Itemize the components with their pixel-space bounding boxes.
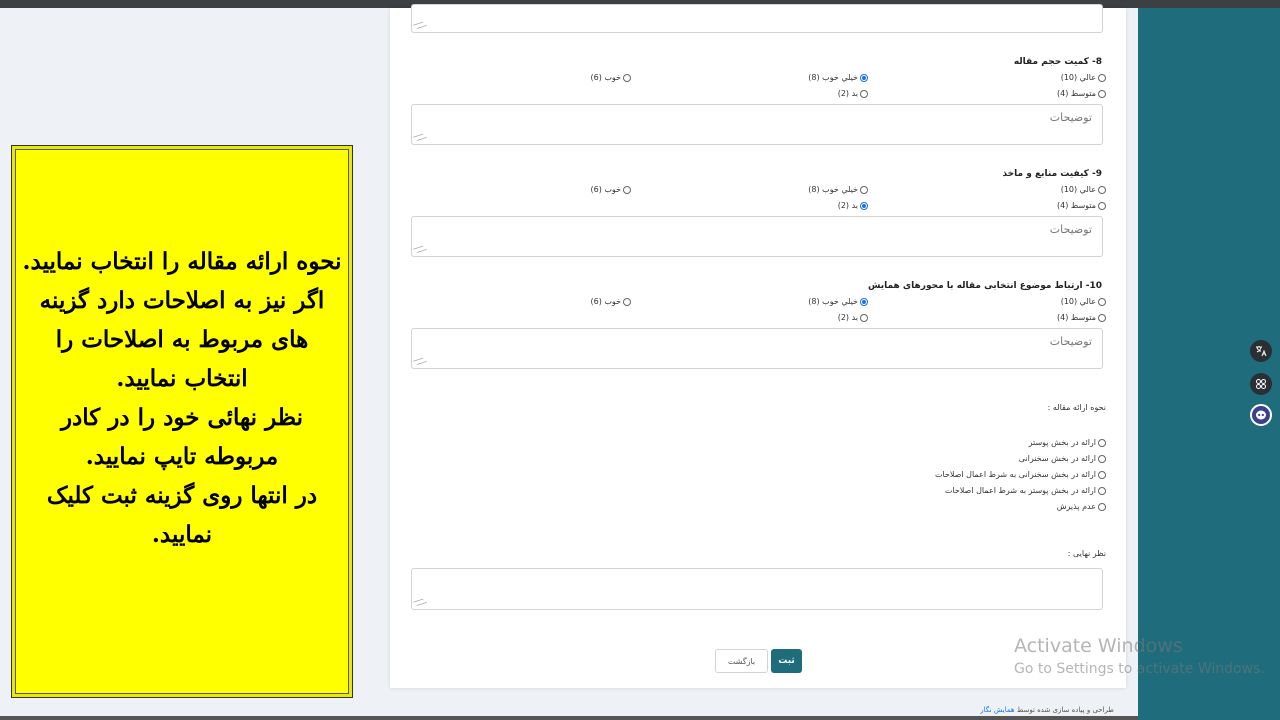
right-side-panel — [1138, 8, 1280, 720]
radio-icon — [1098, 73, 1106, 82]
q9-option-average[interactable]: متوسط (4) — [1057, 201, 1106, 210]
q10-option-excellent[interactable]: عالي (10) — [1061, 297, 1106, 306]
question-9-title: 9- کیفیت منابع و ماخذ — [1002, 169, 1102, 179]
resize-grip-icon: ╱╱ — [413, 18, 427, 33]
final-opinion-label: نظر نهایی : — [1067, 549, 1106, 558]
radio-icon — [1098, 470, 1106, 479]
option-label: ارائه در بخش پوستر به شرط اعمال اصلاحات — [944, 486, 1096, 495]
radio-selected-icon — [860, 201, 868, 210]
comments-placeholder: توضیحات — [1049, 111, 1092, 124]
apps-grid-icon[interactable] — [1250, 373, 1272, 395]
option-label: بد (2) — [837, 89, 858, 98]
q9-option-very-good[interactable]: خیلي خوب (8) — [808, 185, 868, 194]
radio-icon — [623, 185, 631, 194]
q9-option-excellent[interactable]: عالي (10) — [1061, 185, 1106, 194]
q8-option-very-good[interactable]: خیلي خوب (8) — [808, 73, 868, 82]
presentation-option-poster[interactable]: ارائه در بخش پوستر — [1029, 438, 1106, 447]
q8-comments-textarea[interactable]: توضیحات ╱╱ — [411, 104, 1103, 145]
radio-icon — [1098, 297, 1106, 306]
q9-comments-textarea[interactable]: توضیحات ╱╱ — [411, 216, 1103, 257]
radio-icon — [1098, 454, 1106, 463]
option-label: عالي (10) — [1060, 185, 1096, 194]
radio-icon — [1098, 89, 1106, 98]
review-form-card: ╱╱ 8- کمیت حجم مقاله عالي (10) خیلي خوب … — [390, 4, 1126, 688]
option-label: خیلي خوب (8) — [808, 297, 858, 306]
activation-watermark-title: Activate Windows — [1014, 635, 1183, 657]
instructions-text: نحوه ارائه مقاله را انتخاب نمایید. اگر ن… — [22, 247, 342, 548]
radio-icon — [1098, 438, 1106, 447]
resize-grip-icon: ╱╱ — [413, 242, 427, 257]
presentation-option-lecture-with-revisions[interactable]: ارائه در بخش سخنرانی به شرط اعمال اصلاحا… — [935, 470, 1106, 479]
option-label: ارائه در بخش سخنرانی — [1018, 454, 1096, 463]
option-label: بد (2) — [837, 201, 858, 210]
final-opinion-textarea[interactable]: ╱╱ — [411, 568, 1103, 610]
radio-icon — [1098, 486, 1106, 495]
radio-icon — [623, 297, 631, 306]
q8-option-good[interactable]: خوب (6) — [590, 73, 631, 82]
submit-button[interactable]: ثبت — [771, 649, 802, 673]
presentation-option-lecture[interactable]: ارائه در بخش سخنرانی — [1019, 454, 1106, 463]
translate-glyph-icon — [1256, 346, 1267, 357]
option-label: عدم پذیرش — [1056, 502, 1096, 511]
comments-placeholder: توضیحات — [1049, 223, 1092, 236]
question-8-title: 8- کمیت حجم مقاله — [1013, 57, 1102, 67]
footer-credit: طراحی و پیاده سازی شده توسط همایش نگار — [980, 706, 1114, 714]
previous-comments-textarea[interactable]: ╱╱ — [411, 4, 1103, 33]
grid-glyph-icon — [1256, 379, 1266, 389]
q10-option-average[interactable]: متوسط (4) — [1057, 313, 1106, 322]
instructions-callout: نحوه ارائه مقاله را انتخاب نمایید. اگر ن… — [11, 145, 353, 698]
activation-watermark-subtitle: Go to Settings to activate Windows. — [1014, 661, 1265, 677]
option-label: خوب (6) — [590, 185, 622, 194]
bot-glyph-icon — [1256, 410, 1266, 420]
radio-icon — [1098, 313, 1106, 322]
footer-link[interactable]: همایش نگار — [980, 706, 1014, 714]
radio-selected-icon — [860, 73, 868, 82]
footer-text: طراحی و پیاده سازی شده توسط — [1016, 706, 1114, 714]
q10-option-bad[interactable]: بد (2) — [838, 313, 868, 322]
q10-option-good[interactable]: خوب (6) — [590, 297, 631, 306]
question-10-title: 10- ارتباط موضوع انتخابی مقاله با محورها… — [868, 281, 1102, 291]
option-label: خیلي خوب (8) — [808, 73, 858, 82]
translate-icon[interactable] — [1250, 340, 1272, 362]
presentation-method-label: نحوه ارائه مقاله : — [1047, 403, 1106, 412]
option-label: متوسط (4) — [1056, 313, 1096, 322]
option-label: متوسط (4) — [1056, 89, 1096, 98]
option-label: ارائه در بخش سخنرانی به شرط اعمال اصلاحا… — [934, 470, 1096, 479]
presentation-option-reject[interactable]: عدم پذیرش — [1057, 502, 1106, 511]
back-button[interactable]: بازگشت — [715, 649, 768, 673]
q10-option-very-good[interactable]: خیلي خوب (8) — [808, 297, 868, 306]
option-label: ارائه در بخش پوستر — [1028, 438, 1096, 447]
radio-icon — [1098, 185, 1106, 194]
q8-option-bad[interactable]: بد (2) — [838, 89, 868, 98]
q10-comments-textarea[interactable]: توضیحات ╱╱ — [411, 328, 1103, 369]
radio-selected-icon — [860, 297, 868, 306]
q8-option-excellent[interactable]: عالي (10) — [1061, 73, 1106, 82]
radio-icon — [860, 313, 868, 322]
assistant-bot-icon[interactable] — [1250, 404, 1272, 426]
resize-grip-icon: ╱╱ — [413, 354, 427, 369]
option-label: خوب (6) — [590, 297, 622, 306]
radio-icon — [1098, 502, 1106, 511]
radio-icon — [860, 185, 868, 194]
comments-placeholder: توضیحات — [1049, 335, 1092, 348]
radio-icon — [860, 89, 868, 98]
presentation-option-poster-with-revisions[interactable]: ارائه در بخش پوستر به شرط اعمال اصلاحات — [945, 486, 1106, 495]
radio-icon — [1098, 201, 1106, 210]
option-label: متوسط (4) — [1056, 201, 1096, 210]
option-label: بد (2) — [837, 313, 858, 322]
option-label: خوب (6) — [590, 73, 622, 82]
option-label: عالي (10) — [1060, 73, 1096, 82]
option-label: خیلي خوب (8) — [808, 185, 858, 194]
bottom-scrollbar[interactable] — [0, 716, 1138, 720]
q9-option-good[interactable]: خوب (6) — [590, 185, 631, 194]
resize-grip-icon: ╱╱ — [413, 595, 427, 610]
q9-option-bad[interactable]: بد (2) — [838, 201, 868, 210]
resize-grip-icon: ╱╱ — [413, 130, 427, 145]
radio-icon — [623, 73, 631, 82]
q8-option-average[interactable]: متوسط (4) — [1057, 89, 1106, 98]
option-label: عالي (10) — [1060, 297, 1096, 306]
